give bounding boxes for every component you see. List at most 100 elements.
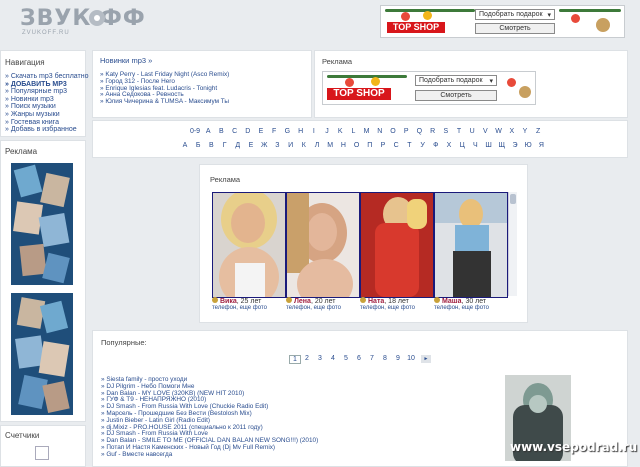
alphabet-letter-link[interactable]: Н [337, 142, 349, 149]
ad-panel-title: Реклама [322, 57, 353, 66]
alphabet-letter-link[interactable]: О [351, 142, 363, 149]
profile-photo-4[interactable] [434, 192, 508, 298]
top-ad-banner[interactable]: TOP SHOP Подобрать подарок ▾ Смотреть [380, 5, 625, 38]
list-item[interactable]: » Юлия Чичерина & TUMSA - Максимум Ты [100, 98, 229, 106]
alphabet-letter-link[interactable]: Х [443, 142, 455, 149]
profile-links[interactable]: телефон, еще фото [286, 305, 341, 311]
alphabet-letter-link[interactable]: L [347, 128, 359, 135]
alphabet-letter-link[interactable]: М [324, 142, 336, 149]
alphabet-letter-link[interactable]: K [334, 128, 346, 135]
page-link[interactable]: 8 [380, 355, 390, 362]
profile-name[interactable]: Лена [294, 298, 311, 305]
profile-photo-3[interactable] [360, 192, 434, 298]
alphabet-letter-link[interactable]: P [400, 128, 412, 135]
nav-new[interactable]: » Новинки mp3 [5, 96, 89, 104]
alphabet-letter-link[interactable]: Z [532, 128, 544, 135]
alphabet-letter-link[interactable]: F [268, 128, 280, 135]
counter-icon[interactable] [35, 446, 49, 460]
sidebar-ad-image-2[interactable] [11, 293, 73, 415]
alphabet-letter-link[interactable]: C [229, 128, 241, 135]
profile-links[interactable]: телефон, еще фото [434, 305, 489, 311]
alphabet-letter-link[interactable]: Е [245, 142, 257, 149]
alphabet-letter-link[interactable]: А [179, 142, 191, 149]
page-link[interactable]: 5 [341, 355, 351, 362]
nav-favorites[interactable]: » Добавь в избранное [5, 126, 89, 134]
profile-photo-1[interactable] [212, 192, 286, 298]
alphabet-letter-link[interactable]: Ж [258, 142, 270, 149]
alphabet-letter-link[interactable]: И [285, 142, 297, 149]
alphabet-letter-link[interactable]: I [308, 128, 320, 135]
alphabet-letter-link[interactable]: В [205, 142, 217, 149]
alphabet-letter-link[interactable]: Г [219, 142, 231, 149]
alphabet-letter-link[interactable]: Л [311, 142, 323, 149]
alphabet-letter-link[interactable]: X [506, 128, 518, 135]
alphabet-letter-link[interactable]: Б [192, 142, 204, 149]
alphabet-letter-link[interactable]: N [374, 128, 386, 135]
page-link[interactable]: 7 [367, 355, 377, 362]
view-button-2[interactable]: Смотреть [415, 90, 497, 101]
profile-links[interactable]: телефон, еще фото [212, 305, 267, 311]
new-mp3-title[interactable]: Новинки mp3 » [100, 56, 152, 65]
alphabet-letter-link[interactable]: O [387, 128, 399, 135]
alphabet-letter-link[interactable]: E [255, 128, 267, 135]
next-page-icon[interactable]: ► [421, 355, 431, 363]
dating-scrollbar[interactable] [508, 192, 517, 296]
page-link[interactable]: 10 [406, 355, 416, 362]
mid-ad-banner[interactable]: TOP SHOP Подобрать подарок ▾ Смотреть [322, 71, 536, 105]
alphabet-letter-link[interactable]: H [295, 128, 307, 135]
nav-add-mp3[interactable]: » ДОБАВИТЬ MP3 [5, 81, 89, 89]
alphabet-letter-link[interactable]: V [479, 128, 491, 135]
alphabet-letter-link[interactable]: Ш [483, 142, 495, 149]
alphabet-letter-link[interactable]: Щ [496, 142, 508, 149]
page-link[interactable]: 2 [302, 355, 312, 362]
alphabet-letter-link[interactable]: R [427, 128, 439, 135]
page-link[interactable]: 6 [354, 355, 364, 362]
alphabet-letter-link[interactable]: S [440, 128, 452, 135]
alphabet-letter-link[interactable]: 0-9 [189, 128, 201, 135]
alphabet-letter-link[interactable]: Т [403, 142, 415, 149]
profile-name[interactable]: Маша [442, 298, 462, 305]
nav-popular[interactable]: » Популярные mp3 [5, 88, 89, 96]
alphabet-letter-link[interactable]: Q [413, 128, 425, 135]
alphabet-letter-link[interactable]: D [242, 128, 254, 135]
page-link[interactable]: 3 [315, 355, 325, 362]
profile-name[interactable]: Вика [220, 298, 237, 305]
alphabet-letter-link[interactable]: Я [535, 142, 547, 149]
alphabet-letter-link[interactable]: Д [232, 142, 244, 149]
alphabet-letter-link[interactable]: К [298, 142, 310, 149]
alphabet-letter-link[interactable]: П [364, 142, 376, 149]
alphabet-letter-link[interactable]: Э [509, 142, 521, 149]
alphabet-letter-link[interactable]: W [493, 128, 505, 135]
alphabet-letter-link[interactable]: Y [519, 128, 531, 135]
alphabet-letter-link[interactable]: У [417, 142, 429, 149]
alphabet-letter-link[interactable]: J [321, 128, 333, 135]
alphabet-letter-link[interactable]: Ф [430, 142, 442, 149]
page-link[interactable]: 4 [328, 355, 338, 362]
alphabet-letter-link[interactable]: Р [377, 142, 389, 149]
alphabet-letter-link[interactable]: З [271, 142, 283, 149]
page-link[interactable]: 1 [289, 355, 301, 364]
track-item[interactable]: » Guf - Вместе навсегда [101, 451, 318, 459]
sidebar-ad-image-1[interactable] [11, 163, 73, 285]
nav-download[interactable]: » Скачать mp3 бесплатно [5, 73, 89, 81]
gift-select[interactable]: Подобрать подарок ▾ [475, 9, 555, 20]
alphabet-letter-link[interactable]: A [202, 128, 214, 135]
nav-genres[interactable]: » Жанры музыки [5, 111, 89, 119]
alphabet-letter-link[interactable]: С [390, 142, 402, 149]
alphabet-letter-link[interactable]: Ч [469, 142, 481, 149]
profile-links[interactable]: телефон, еще фото [360, 305, 415, 311]
site-logo[interactable]: ЗВУК ФФ [20, 6, 146, 31]
alphabet-letter-link[interactable]: M [361, 128, 373, 135]
alphabet-letter-link[interactable]: T [453, 128, 465, 135]
profile-name[interactable]: Ната [368, 298, 384, 305]
alphabet-letter-link[interactable]: G [281, 128, 293, 135]
alphabet-letter-link[interactable]: U [466, 128, 478, 135]
page-link[interactable]: 9 [393, 355, 403, 362]
alphabet-letter-link[interactable]: Ю [522, 142, 534, 149]
gift-select-2[interactable]: Подобрать подарок ▾ [415, 75, 497, 86]
profile-photo-2[interactable] [286, 192, 360, 298]
alphabet-letter-link[interactable]: B [215, 128, 227, 135]
alphabet-letter-link[interactable]: Ц [456, 142, 468, 149]
view-button[interactable]: Смотреть [475, 23, 555, 34]
nav-search[interactable]: » Поиск музыки [5, 103, 89, 111]
